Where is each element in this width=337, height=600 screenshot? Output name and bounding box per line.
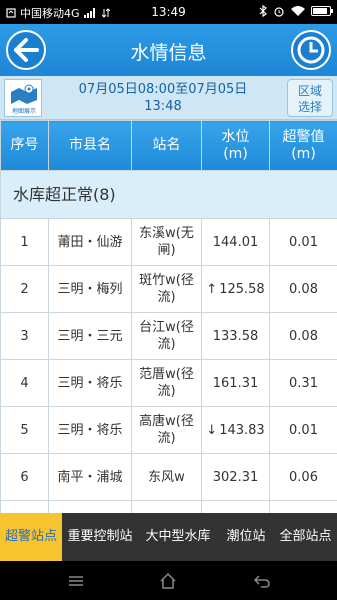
row-station: 斑竹w(径流) <box>131 265 202 313</box>
clock-icon <box>297 36 325 64</box>
column-header-over: 超警值 (m) <box>269 120 337 171</box>
table-row[interactable]: 4 三明・将乐 范厝w(径流) 161.31 0.31 <box>0 359 337 407</box>
tab-3[interactable]: 潮位站 <box>218 513 274 561</box>
battery-level <box>313 8 327 14</box>
water-table[interactable]: 序号 市县名 站名 水位 (m) 超警值 (m) 水库超正常(8) 1 莆田・仙游 东溪… <box>0 120 337 513</box>
row-over: 0.01 <box>269 218 337 266</box>
system-nav-bar <box>0 561 337 600</box>
back-icon[interactable] <box>252 571 272 591</box>
row-station <box>131 500 202 513</box>
table-row[interactable]: 6 南平・浦城 东风w 302.31 0.06 <box>0 453 337 501</box>
row-no: 2 <box>0 265 49 313</box>
table-row[interactable]: 5 三明・将乐 高唐w(径流) ↓ 143.83 0.01 <box>0 406 337 454</box>
row-station: 东风w <box>131 453 202 501</box>
map-display-button[interactable]: 地图展示 <box>4 79 42 117</box>
row-level: ↑ 125.58 <box>201 265 270 313</box>
row-level: 133.58 <box>201 312 270 360</box>
water-level-value: 144.01 <box>212 234 259 250</box>
alarm-icon <box>274 7 284 17</box>
water-level-value: 302.31 <box>212 469 259 485</box>
table-row[interactable] <box>0 500 337 513</box>
row-county: 三明・三元 <box>48 312 132 360</box>
row-no <box>0 500 49 513</box>
row-level: 144.01 <box>201 218 270 266</box>
row-no: 4 <box>0 359 49 407</box>
home-icon[interactable] <box>158 571 178 591</box>
row-no: 1 <box>0 218 49 266</box>
app-header: 水情信息 <box>0 24 337 76</box>
tab-2[interactable]: 大中型水库 <box>138 513 218 561</box>
row-over: 0.08 <box>269 265 337 313</box>
trend-up-icon: ↑ <box>206 281 218 297</box>
row-no: 5 <box>0 406 49 454</box>
row-station: 高唐w(径流) <box>131 406 202 454</box>
column-header-county: 市县名 <box>48 120 132 171</box>
row-level: 161.31 <box>201 359 270 407</box>
tab-1[interactable]: 重要控制站 <box>62 513 138 561</box>
row-county: 三明・将乐 <box>48 406 132 454</box>
tab-0[interactable]: 超警站点 <box>0 513 62 561</box>
row-level: ↓ 143.83 <box>201 406 270 454</box>
table-row[interactable]: 1 莆田・仙游 东溪w(无闸) 144.01 0.01 <box>0 218 337 266</box>
region-button-line1: 区域 <box>297 84 322 98</box>
menu-icon[interactable] <box>66 571 86 591</box>
tab-4[interactable]: 全部站点 <box>274 513 337 561</box>
table-row[interactable]: 3 三明・三元 台江w(径流) 133.58 0.08 <box>0 312 337 360</box>
column-header-level: 水位 (m) <box>201 120 270 171</box>
time-range-start: 07月05日08:00至07月05日 <box>78 82 248 97</box>
row-no: 3 <box>0 312 49 360</box>
water-level-value: 133.58 <box>212 328 259 344</box>
row-station: 台江w(径流) <box>131 312 202 360</box>
group-label: 水库超正常(8) <box>0 170 337 219</box>
row-over: 0.06 <box>269 453 337 501</box>
time-range: 07月05日08:00至07月05日 13:48 <box>48 81 278 115</box>
row-station: 范厝w(径流) <box>131 359 202 407</box>
row-station: 东溪w(无闸) <box>131 218 202 266</box>
status-right <box>259 5 333 17</box>
row-over: 0.31 <box>269 359 337 407</box>
column-header-no: 序号 <box>0 120 49 171</box>
trend-down-icon: ↓ <box>206 422 218 438</box>
region-button-line2: 选择 <box>297 100 322 114</box>
bluetooth-icon <box>259 5 267 17</box>
region-select-button[interactable]: 区域 选择 <box>287 79 333 117</box>
row-over: 0.08 <box>269 312 337 360</box>
wifi-icon <box>291 5 305 16</box>
bottom-tab-bar: 超警站点 重要控制站 大中型水库 潮位站 全部站点 <box>0 513 337 561</box>
water-level-value: 161.31 <box>212 375 259 391</box>
row-no: 6 <box>0 453 49 501</box>
row-level: 302.31 <box>201 453 270 501</box>
battery-icon <box>311 6 333 16</box>
row-county: 南平・浦城 <box>48 453 132 501</box>
row-county: 三明・将乐 <box>48 359 132 407</box>
time-select-button[interactable] <box>291 30 331 70</box>
map-label: 地图展示 <box>11 108 36 115</box>
time-range-end: 13:48 <box>144 99 182 114</box>
page-title: 水情信息 <box>130 42 207 64</box>
water-level-value: 125.58 <box>219 281 265 297</box>
row-over <box>269 500 337 513</box>
row-county: 莆田・仙游 <box>48 218 132 266</box>
table-row[interactable]: 2 三明・梅列 斑竹w(径流) ↑ 125.58 0.08 <box>0 265 337 313</box>
row-county <box>48 500 132 513</box>
row-over: 0.01 <box>269 406 337 454</box>
row-county: 三明・梅列 <box>48 265 132 313</box>
column-header-station: 站名 <box>131 120 202 171</box>
status-bar: 中国移动4G 13:49 <box>0 0 337 24</box>
table-header-row: 序号 市县名 站名 水位 (m) 超警值 (m) <box>0 120 337 171</box>
group-header-row[interactable]: 水库超正常(8) <box>0 170 337 219</box>
water-level-value: 143.83 <box>219 422 265 438</box>
row-level <box>201 500 270 513</box>
time-range-bar: 地图展示 07月05日08:00至07月05日 13:48 区域 选择 <box>0 76 337 120</box>
